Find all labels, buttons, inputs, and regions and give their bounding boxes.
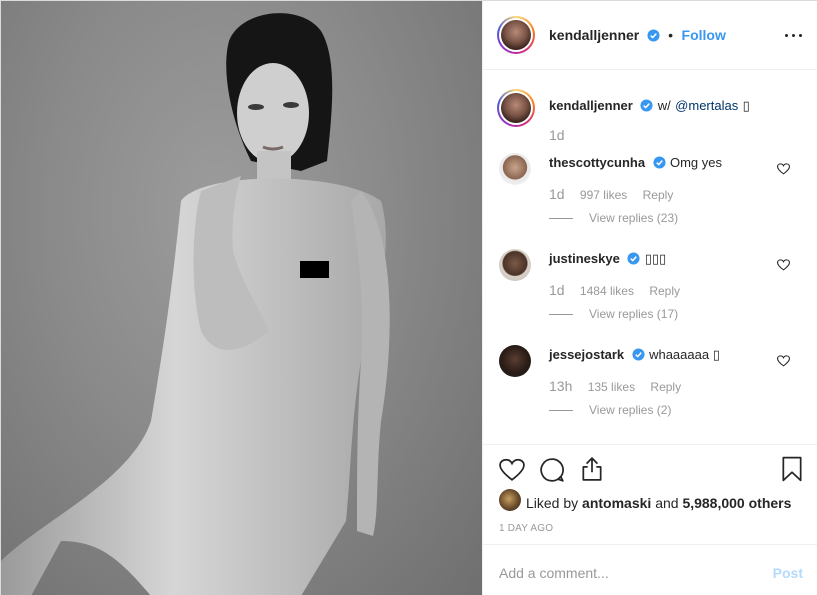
comment-icon[interactable] <box>539 457 565 483</box>
verified-icon <box>640 99 653 112</box>
view-replies-label: View replies (23) <box>589 211 679 225</box>
view-replies-label: View replies (2) <box>589 403 672 417</box>
liked-by-count[interactable]: 5,988,000 others <box>682 495 791 511</box>
liked-by-and: and <box>655 495 679 511</box>
replies-line <box>549 218 573 220</box>
verified-icon <box>652 156 666 169</box>
comments-list: kendalljenner w/ @mertalas ▯ 1d thescott… <box>483 71 817 444</box>
comment-time[interactable]: 1d <box>549 186 565 202</box>
post-actions: Liked by antomaski and 5,988,000 others … <box>483 444 817 544</box>
comment-reply-button[interactable]: Reply <box>649 284 680 298</box>
liked-by-avatar[interactable] <box>499 489 521 511</box>
author-avatar[interactable] <box>497 16 535 54</box>
replies-line <box>549 410 573 412</box>
post-photo <box>1 1 482 595</box>
liked-by-prefix: Liked by <box>526 495 579 511</box>
comment-avatar[interactable] <box>499 153 531 185</box>
separator-dot: • <box>668 27 674 43</box>
comment-meta: 13h 135 likes Reply <box>549 378 681 394</box>
comment-text: ▯▯▯ <box>644 251 667 266</box>
liked-by-user[interactable]: antomaski <box>582 495 651 511</box>
view-replies-button[interactable]: View replies (23) <box>549 211 678 225</box>
share-icon[interactable] <box>579 456 605 482</box>
photo-illustration <box>1 13 390 595</box>
comment-likes[interactable]: 135 likes <box>588 380 635 394</box>
comment-body: thescottycunha Omg yes <box>549 154 722 172</box>
comment-body: justineskye ▯▯▯ <box>549 250 666 268</box>
comment-composer: Add a comment... Post <box>483 544 817 595</box>
comment-username[interactable]: jessejostark <box>549 347 624 362</box>
caption: kendalljenner w/ @mertalas ▯ <box>549 97 750 115</box>
caption-emoji: ▯ <box>742 98 750 113</box>
comment-username[interactable]: thescottycunha <box>549 155 645 170</box>
post-header: kendalljenner • Follow <box>483 1 817 70</box>
post-button[interactable]: Post <box>773 565 803 581</box>
comment-text: Omg yes <box>669 155 722 170</box>
view-replies-label: View replies (17) <box>589 307 679 321</box>
comment-heart-icon[interactable] <box>777 163 790 175</box>
caption-meta: 1d <box>549 127 565 143</box>
comment-reply-button[interactable]: Reply <box>650 380 681 394</box>
comment-username[interactable]: justineskye <box>549 251 620 266</box>
comment-avatar[interactable] <box>499 345 531 377</box>
comment-time[interactable]: 13h <box>549 378 572 394</box>
comment-time[interactable]: 1d <box>549 282 565 298</box>
follow-button[interactable]: Follow <box>682 27 726 43</box>
comment-heart-icon[interactable] <box>777 259 790 271</box>
comment-meta: 1d 1484 likes Reply <box>549 282 680 298</box>
comment-likes[interactable]: 1484 likes <box>580 284 634 298</box>
comment-heart-icon[interactable] <box>777 355 790 367</box>
view-replies-button[interactable]: View replies (2) <box>549 403 671 417</box>
liked-by-line: Liked by antomaski and 5,988,000 others <box>526 495 791 511</box>
heart-icon[interactable] <box>499 457 525 483</box>
verified-icon <box>647 29 660 42</box>
caption-time[interactable]: 1d <box>549 127 565 143</box>
author-username[interactable]: kendalljenner <box>549 27 639 43</box>
comment-likes[interactable]: 997 likes <box>580 188 627 202</box>
bookmark-icon[interactable] <box>779 456 805 482</box>
post-modal: kendalljenner • Follow kendalljenner w/ … <box>0 0 817 595</box>
verified-icon <box>627 252 640 265</box>
comment-text: whaaaaaa ▯ <box>649 347 720 362</box>
comment-avatar[interactable] <box>499 249 531 281</box>
caption-username[interactable]: kendalljenner <box>549 98 633 113</box>
comment-reply-button[interactable]: Reply <box>643 188 674 202</box>
header-author-line: kendalljenner • Follow <box>549 27 726 45</box>
post-side-panel: kendalljenner • Follow kendalljenner w/ … <box>482 1 817 595</box>
caption-mention[interactable]: @mertalas <box>675 98 738 113</box>
verified-icon <box>632 348 645 361</box>
caption-text: w/ <box>657 98 671 113</box>
comment-meta: 1d 997 likes Reply <box>549 186 673 202</box>
post-date[interactable]: 1 DAY AGO <box>499 523 553 534</box>
comment-input[interactable]: Add a comment... <box>499 565 609 581</box>
view-replies-button[interactable]: View replies (17) <box>549 307 678 321</box>
more-options-icon[interactable] <box>785 27 803 43</box>
caption-avatar[interactable] <box>497 89 535 127</box>
comment-body: jessejostark whaaaaaa ▯ <box>549 346 720 364</box>
replies-line <box>549 314 573 316</box>
